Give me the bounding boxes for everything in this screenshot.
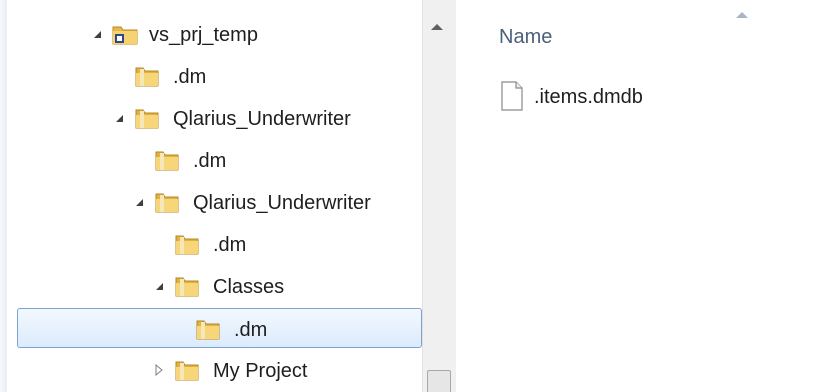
tree-item-label: vs_prj_temp	[149, 24, 258, 46]
collapsed-triangle-icon[interactable]	[153, 364, 165, 376]
expanded-triangle-icon[interactable]	[153, 280, 165, 292]
tree-item-qlarius-underwriter[interactable]: Qlarius_Underwriter	[7, 182, 422, 222]
tree-item-qlarius-underwriter[interactable]: Qlarius_Underwriter	[7, 98, 422, 138]
tree-item-label: Classes	[213, 276, 285, 298]
tree-item-dm[interactable]: .dm	[7, 56, 422, 96]
folder-icon	[155, 193, 179, 213]
file-name: .items.dmdb	[534, 86, 643, 108]
file-list-pane: Name .items.dmdb	[456, 0, 837, 392]
tree-item-my-project[interactable]: My Project	[7, 350, 422, 390]
tree-item-classes[interactable]: Classes	[7, 266, 422, 306]
folder-icon	[135, 109, 159, 129]
expanded-triangle-icon[interactable]	[91, 28, 103, 40]
tree-item-label: .dm	[173, 66, 207, 88]
tree-item-label: .dm	[193, 150, 227, 172]
project-folder-icon	[112, 26, 138, 45]
folder-icon	[196, 320, 220, 340]
file-explorer-window: vs_prj_temp .dm Qlarius_Underwriter .dm …	[0, 0, 837, 392]
folder-icon	[135, 67, 159, 87]
column-header-label: Name	[499, 26, 553, 48]
folder-icon	[155, 151, 179, 171]
folder-icon	[175, 277, 199, 297]
tree-item-label: My Project	[213, 360, 308, 382]
column-header-name[interactable]: Name	[456, 12, 837, 58]
tree-item-dm-selected[interactable]: .dm	[17, 308, 422, 348]
tree-item-vs-prj-temp[interactable]: vs_prj_temp	[7, 14, 422, 54]
sort-ascending-icon	[736, 12, 748, 18]
scroll-up-arrow-icon[interactable]	[431, 24, 443, 30]
tree-item-dm[interactable]: .dm	[7, 140, 422, 180]
expanded-triangle-icon[interactable]	[113, 112, 125, 124]
tree-item-label: Qlarius_Underwriter	[173, 108, 351, 130]
folder-icon	[175, 361, 199, 381]
tree-item-label: .dm	[234, 319, 268, 341]
nav-pane-scrollbar[interactable]	[422, 0, 456, 392]
tree-item-dm[interactable]: .dm	[7, 224, 422, 264]
tree-item-label: .dm	[213, 234, 247, 256]
expanded-triangle-icon[interactable]	[133, 196, 145, 208]
navigation-pane: vs_prj_temp .dm Qlarius_Underwriter .dm …	[7, 0, 422, 392]
file-icon	[501, 81, 523, 111]
file-item[interactable]: .items.dmdb	[492, 76, 822, 116]
tree-item-label: Qlarius_Underwriter	[193, 192, 371, 214]
scroll-thumb[interactable]	[427, 370, 451, 392]
folder-icon	[175, 235, 199, 255]
window-left-edge	[0, 0, 7, 392]
